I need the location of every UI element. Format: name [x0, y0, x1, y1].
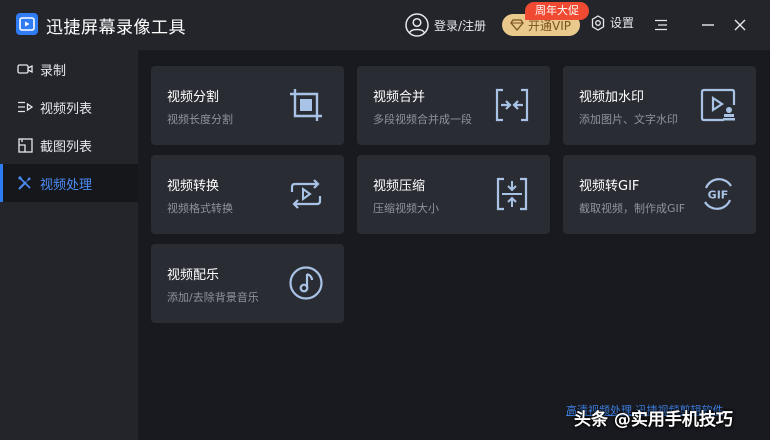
sidebar: 录制 视频列表 截图列表 视频处理: [0, 50, 138, 440]
card-desc: 添加图片、文字水印: [579, 113, 678, 126]
settings-label: 设置: [610, 16, 635, 30]
promo-badge: 周年大促: [525, 2, 589, 20]
card-title: 视频配乐: [167, 268, 220, 283]
card-title: 视频转GIF: [579, 179, 640, 194]
card-video-convert[interactable]: 视频转换 视频格式转换: [151, 155, 344, 234]
gear-icon: [591, 14, 605, 31]
close-icon: [734, 19, 746, 31]
card-desc: 截取视频，制作成GIF: [579, 202, 686, 215]
card-title: 视频压缩: [373, 179, 426, 194]
diamond-icon: [510, 19, 524, 31]
card-desc: 压缩视频大小: [373, 202, 439, 215]
music-icon: [289, 266, 323, 300]
menu-button[interactable]: [650, 14, 672, 36]
card-video-compress[interactable]: 视频压缩 压缩视频大小: [357, 155, 550, 234]
app-logo-icon: [16, 13, 38, 35]
card-video-to-gif[interactable]: 视频转GIF 截取视频，制作成GIF GIF: [563, 155, 756, 234]
menu-icon: [655, 19, 667, 31]
sidebar-item-label: 录制: [40, 63, 67, 79]
watermark-text: 头条 @实用手机技巧: [574, 410, 733, 430]
card-video-split[interactable]: 视频分割 视频长度分割: [151, 66, 344, 145]
card-desc: 添加/去除背景音乐: [167, 291, 259, 304]
card-title: 视频分割: [167, 90, 220, 105]
card-video-watermark[interactable]: 视频加水印 添加图片、文字水印: [563, 66, 756, 145]
screenshot-list-icon: [16, 136, 34, 154]
sidebar-item-record[interactable]: 录制: [0, 50, 138, 88]
card-video-music[interactable]: 视频配乐 添加/去除背景音乐: [151, 244, 344, 323]
sidebar-item-label: 视频列表: [40, 101, 93, 117]
crop-icon: [290, 89, 322, 121]
card-title: 视频转换: [167, 179, 220, 194]
compress-icon: [496, 177, 528, 211]
app-title: 迅捷屏幕录像工具: [46, 18, 186, 38]
card-video-merge[interactable]: 视频合并 多段视频合并成一段: [357, 66, 550, 145]
login-button[interactable]: 登录/注册: [405, 12, 486, 38]
card-title: 视频加水印: [579, 90, 645, 105]
card-desc: 视频长度分割: [167, 113, 233, 126]
sidebar-item-video-processing[interactable]: 视频处理: [0, 164, 138, 202]
user-avatar-icon: [405, 13, 429, 37]
login-label: 登录/注册: [434, 18, 487, 33]
settings-button[interactable]: 设置: [590, 14, 634, 31]
close-button[interactable]: [729, 14, 751, 36]
card-desc: 视频格式转换: [167, 202, 233, 215]
video-camera-icon: [16, 60, 34, 78]
minimize-button[interactable]: [697, 14, 719, 36]
sidebar-item-screenshot-list[interactable]: 截图列表: [0, 126, 138, 164]
convert-icon: [290, 179, 322, 209]
title-bar: 迅捷屏幕录像工具 登录/注册 开通VIP 周年大促 设置: [0, 0, 770, 50]
sidebar-item-video-list[interactable]: 视频列表: [0, 88, 138, 126]
video-list-icon: [16, 98, 34, 116]
gif-icon-text: GIF: [708, 189, 729, 202]
card-desc: 多段视频合并成一段: [373, 113, 472, 126]
gif-icon: GIF: [704, 178, 732, 210]
tools-icon: [16, 174, 34, 192]
minimize-icon: [702, 24, 714, 26]
card-title: 视频合并: [373, 90, 426, 105]
watermark-icon: [700, 88, 736, 122]
sidebar-item-label: 视频处理: [40, 177, 93, 193]
merge-icon: [495, 88, 529, 122]
sidebar-item-label: 截图列表: [40, 139, 93, 155]
